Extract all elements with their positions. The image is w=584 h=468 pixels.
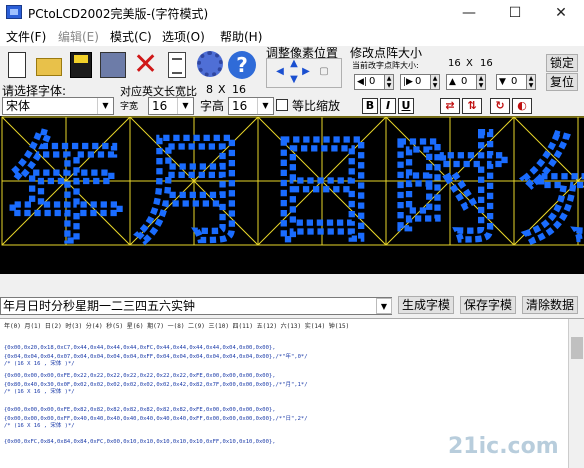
output-line: {0x00,0x00,0x00,0xFE,0x82,0x82,0x82,0x82… — [4, 407, 276, 413]
invert-icon[interactable]: ◐ — [512, 98, 532, 114]
move-left-icon[interactable]: ◀ — [274, 66, 286, 78]
proportional-label: 等比缩放 — [292, 99, 341, 113]
font-height-label: 字高 — [200, 99, 225, 113]
ascii-ratio-w: 8 — [206, 83, 213, 96]
current-size-label: 当前改字点阵大小: — [352, 61, 419, 70]
font-width-select[interactable]: 16 ▼ — [148, 97, 194, 115]
glyph-char: 月 — [135, 121, 253, 246]
font-width-label: 字宽 — [120, 102, 139, 112]
rotate-icon[interactable]: ↻ — [490, 98, 510, 114]
spin-bottom[interactable]: ▼ 0 ▲ ▼ — [496, 74, 536, 90]
minimize-button[interactable]: — — [446, 0, 492, 26]
help-button[interactable]: ? — [226, 48, 256, 80]
glyph-char: 时 — [391, 121, 509, 246]
text-input[interactable]: 年月日时分秒星期一二三四五六实钟 — [0, 297, 392, 315]
glyph-canvas[interactable]: 年月日时分 — [0, 116, 584, 246]
move-down-icon[interactable]: ▼ — [288, 74, 300, 86]
ascii-ratio-x: X — [218, 83, 226, 96]
output-textarea[interactable]: 年(0) 月(1) 日(2) 时(3) 分(4) 秒(5) 星(6) 期(7) … — [0, 318, 584, 468]
char-index-line: 年(0) 月(1) 日(2) 时(3) 分(4) 秒(5) 星(6) 期(7) … — [4, 323, 350, 330]
output-line: /* (16 X 16 , 宋体 )*/ — [4, 361, 75, 367]
glyph-char: 分 — [519, 121, 584, 246]
current-height: 16 — [480, 58, 493, 69]
chevron-down-icon: ▼ — [257, 98, 273, 114]
lock-button[interactable]: 锁定 — [546, 54, 578, 72]
settings-button[interactable] — [194, 48, 224, 80]
chevron-down-icon: ▼ — [97, 98, 113, 114]
bold-button[interactable]: B — [362, 98, 378, 114]
glyph-char: 年 — [7, 121, 125, 246]
scroll-thumb[interactable] — [571, 337, 583, 359]
matrix-size-label: 修改点阵大小 — [350, 46, 423, 60]
save-as-button[interactable] — [98, 48, 128, 80]
help-icon: ? — [228, 51, 256, 79]
mirror-v-icon[interactable]: ⇅ — [462, 98, 482, 114]
delete-icon: ✕ — [133, 47, 159, 82]
glyph-grid[interactable]: 年月日时分 — [0, 116, 584, 246]
save-font-button[interactable]: 保存字模 — [460, 296, 516, 314]
save-button[interactable] — [66, 48, 96, 80]
move-right-icon[interactable]: ▶ — [300, 66, 312, 78]
new-button[interactable] — [2, 48, 32, 80]
output-line: {0x00,0x00,0x00,0xFE,0x22,0x22,0x22,0x22… — [4, 373, 276, 379]
reset-button[interactable]: 复位 — [546, 73, 578, 91]
underline-button[interactable]: U — [398, 98, 414, 114]
gear-icon — [197, 51, 223, 77]
spin-right[interactable]: |▶ 0 ▲ ▼ — [400, 74, 440, 90]
menu-file[interactable]: 文件(F) — [6, 28, 46, 45]
menu-mode[interactable]: 模式(C) — [110, 28, 152, 45]
output-line: /* (16 X 16 , 宋体 )*/ — [4, 423, 75, 429]
glyph-char: 日 — [263, 121, 381, 246]
menu-options[interactable]: 选项(O) — [162, 28, 205, 45]
current-x: X — [466, 58, 473, 69]
menu-bar: 文件(F) 编辑(E) 模式(C) 选项(O) 帮助(H) — [0, 26, 584, 46]
close-button[interactable]: ✕ — [538, 0, 584, 26]
new-file-icon — [8, 52, 26, 78]
output-line: {0x00,0x20,0x18,0xC7,0x44,0x44,0x44,0x44… — [4, 345, 276, 351]
delete-button[interactable]: ✕ — [130, 48, 160, 80]
save-as-icon — [100, 52, 126, 78]
menu-edit[interactable]: 编辑(E) — [58, 28, 99, 45]
menu-help[interactable]: 帮助(H) — [220, 28, 262, 45]
output-line: {0x00,0xFC,0x84,0x84,0x84,0xFC,0x00,0x10… — [4, 439, 276, 445]
open-button[interactable] — [34, 48, 64, 80]
watermark-logo: 21ic.com — [448, 434, 559, 459]
document-icon — [168, 52, 186, 78]
save-icon — [70, 52, 92, 78]
flip-icon[interactable]: ▢ — [318, 66, 330, 78]
output-line: /* (16 X 16 , 宋体 )*/ — [4, 389, 75, 395]
mirror-h-icon[interactable]: ⇄ — [440, 98, 460, 114]
toolbar: ✕ ? — [0, 46, 264, 86]
move-up-icon[interactable]: ▲ — [288, 58, 300, 70]
clear-button[interactable]: 清除数据 — [522, 296, 578, 314]
canvas-lower-area — [0, 246, 584, 274]
spin-left[interactable]: ◀| 0 ▲ ▼ — [354, 74, 394, 90]
app-icon — [6, 5, 22, 19]
italic-button[interactable]: I — [380, 98, 396, 114]
chevron-down-icon: ▼ — [177, 98, 193, 114]
font-select[interactable]: 宋体 ▼ — [2, 97, 114, 115]
maximize-button[interactable]: ☐ — [492, 0, 538, 26]
proportional-checkbox[interactable] — [276, 99, 288, 111]
document-button[interactable] — [162, 48, 192, 80]
ascii-ratio-h: 16 — [232, 83, 246, 96]
font-height-select[interactable]: 16 ▼ — [228, 97, 274, 115]
open-folder-icon — [36, 58, 62, 76]
title-bar: PCtoLCD2002完美版-(字符模式) — ☐ ✕ — [0, 0, 584, 26]
window-title: PCtoLCD2002完美版-(字符模式) — [28, 7, 209, 21]
generate-button[interactable]: 生成字模 — [398, 296, 454, 314]
current-width: 16 — [448, 58, 461, 69]
chevron-down-icon[interactable]: ▼ — [376, 298, 392, 314]
spin-top[interactable]: ▲ 0 ▲ ▼ — [446, 74, 486, 90]
